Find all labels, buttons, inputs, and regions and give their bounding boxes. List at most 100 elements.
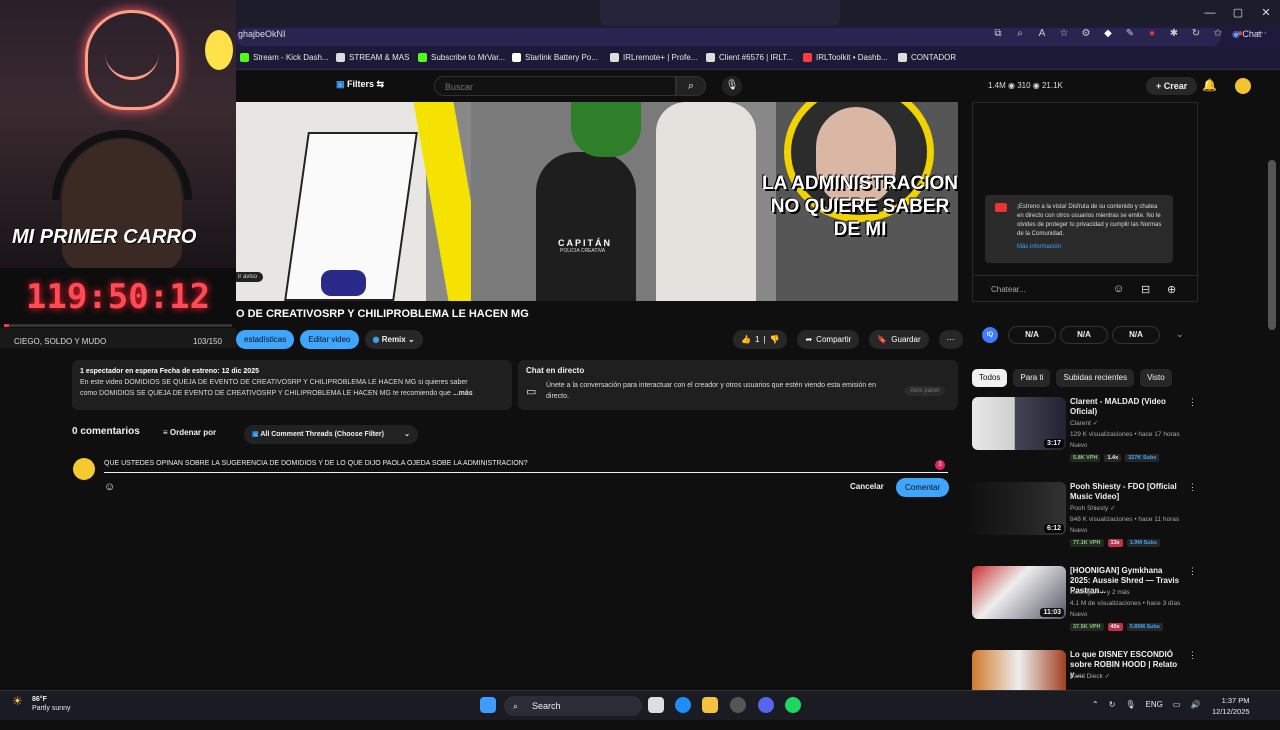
description-box[interactable]: 1 espectador en espera Fecha de estreno:… bbox=[72, 360, 512, 410]
comment-input[interactable]: QUE USTEDES OPINAN SOBRE LA SUGERENCIA D… bbox=[104, 460, 948, 473]
chevron-down-icon[interactable]: ⌄ bbox=[1176, 329, 1184, 340]
url-text[interactable]: ghajbeOkNI bbox=[238, 29, 286, 39]
browser-tab[interactable] bbox=[600, 0, 840, 26]
read-aloud-icon[interactable]: A bbox=[1034, 28, 1050, 39]
share-button[interactable]: ➦ Compartir bbox=[797, 330, 860, 349]
file-explorer-icon[interactable] bbox=[702, 697, 718, 713]
recommendation-channel[interactable]: Pooh Shiesty ✓ bbox=[1070, 504, 1116, 514]
sort-button[interactable]: ≡ Ordenar por bbox=[163, 428, 216, 437]
recommendation-title[interactable]: Pooh Shiesty - FDO [Official Music Video… bbox=[1070, 482, 1182, 502]
copilot-chat-button[interactable]: ◉ Chat bbox=[1232, 29, 1261, 40]
chip-watched[interactable]: Visto bbox=[1140, 369, 1172, 387]
mic-icon[interactable]: 🎙 bbox=[1125, 700, 1135, 709]
search-input[interactable] bbox=[435, 78, 675, 96]
bookmark-2[interactable]: Subscribe to MrVar... bbox=[418, 53, 505, 62]
more-options-icon[interactable]: ⋮ bbox=[1188, 566, 1197, 577]
bookmark-0[interactable]: Stream - Kick Dash... bbox=[240, 53, 329, 62]
account-avatar[interactable] bbox=[1235, 78, 1251, 94]
search-icon[interactable]: ⌕ bbox=[676, 76, 706, 96]
microphone-icon[interactable]: 🎙 bbox=[722, 76, 742, 96]
extensions-icon[interactable]: ⚙ bbox=[1078, 28, 1094, 39]
super-chat-icon[interactable]: ⊟ bbox=[1141, 283, 1150, 296]
extension-red-icon[interactable]: ● bbox=[1144, 28, 1160, 39]
new-badge: Nuevo bbox=[1070, 612, 1088, 618]
more-actions-icon[interactable]: ⋯ bbox=[938, 330, 963, 349]
minimize-button[interactable]: — bbox=[1196, 0, 1224, 26]
recommendation-thumbnail[interactable]: 3:17 bbox=[972, 397, 1066, 450]
zoom-icon[interactable]: ⌕ bbox=[1012, 28, 1028, 39]
cancel-button[interactable]: Cancelar bbox=[850, 482, 884, 491]
recommendation-item[interactable]: 6:12 Pooh Shiesty - FDO [Official Music V… bbox=[972, 482, 1198, 562]
taskbar-search[interactable]: ⌕ Search bbox=[504, 696, 642, 716]
bookmark-3[interactable]: Starlink Battery Po... bbox=[512, 53, 598, 62]
add-icon[interactable]: ⊕ bbox=[1167, 283, 1176, 296]
discord-icon[interactable] bbox=[758, 697, 774, 713]
recommendation-thumbnail[interactable]: 11:03 bbox=[972, 566, 1066, 619]
bookmark-4[interactable]: IRLremote+ | Profe... bbox=[610, 53, 697, 62]
spotify-icon[interactable] bbox=[785, 697, 801, 713]
like-button[interactable]: 👍 1 | 👎 bbox=[733, 330, 788, 349]
video-player[interactable]: CAPITÁN POLICIA CREATIVA LA ADMINISTRACI… bbox=[236, 102, 958, 301]
thumbnail-overlay-title: LA ADMINISTRACION NO QUIERE SABER DE MI bbox=[762, 173, 958, 240]
emoji-icon[interactable]: ☺ bbox=[1113, 283, 1124, 295]
more-options-icon[interactable]: ⋮ bbox=[1188, 482, 1197, 493]
network-icon[interactable]: ▭ bbox=[1173, 700, 1181, 709]
save-button[interactable]: 🔖 Guardar bbox=[869, 330, 929, 349]
favorites-icon[interactable]: ✩ bbox=[1210, 28, 1226, 39]
search-box[interactable] bbox=[434, 76, 676, 96]
edge-icon[interactable] bbox=[675, 697, 691, 713]
recommendation-item[interactable]: 11:03 [HOONIGAN] Gymkhana 2025: Aussie Sh… bbox=[972, 566, 1198, 646]
chip-for-you[interactable]: Para ti bbox=[1013, 369, 1051, 387]
task-view-icon[interactable] bbox=[648, 697, 664, 713]
notice-button[interactable]: ir aviso bbox=[232, 272, 264, 282]
sync-icon[interactable]: ↻ bbox=[1109, 700, 1116, 709]
language-indicator[interactable]: ENG bbox=[1146, 700, 1163, 709]
recommendation-channel[interactable]: Farid Dieck ✓ bbox=[1070, 672, 1110, 682]
emoji-icon[interactable]: ☺ bbox=[104, 481, 115, 493]
bookmark-5[interactable]: Client #6576 | IRLT... bbox=[706, 53, 793, 62]
bookmark-6[interactable]: IRLToolkit • Dashb... bbox=[803, 53, 888, 62]
clock[interactable]: 1:37 PM 12/12/2025 bbox=[1212, 695, 1250, 717]
bookmark-1[interactable]: STREAM & MAS bbox=[336, 53, 409, 62]
recommendation-channel[interactable]: Hoonigan ✓ y 2 más bbox=[1070, 588, 1130, 598]
filters-button[interactable]: ▣ Filters ⇆ bbox=[336, 79, 384, 90]
bookmark-label: Subscribe to MrVar... bbox=[431, 53, 506, 62]
chip-all[interactable]: Todos bbox=[972, 369, 1008, 387]
refresh-icon[interactable]: ↻ bbox=[1188, 28, 1204, 39]
more-options-icon[interactable]: ⋮ bbox=[1188, 650, 1197, 661]
scrollbar[interactable] bbox=[1268, 160, 1276, 330]
comment-filter-dropdown[interactable]: ▣ All Comment Threads (Choose Filter) ⌄ bbox=[244, 425, 418, 444]
recommendation-thumbnail[interactable]: 6:12 bbox=[972, 482, 1066, 535]
more-info-link[interactable]: Más información bbox=[1017, 243, 1165, 252]
chat-input[interactable]: Chatear... ☺ ⊟ ⊕ bbox=[973, 275, 1199, 303]
bookmark-7[interactable]: CONTADOR bbox=[898, 53, 956, 62]
volume-icon[interactable]: 🔊 bbox=[1190, 700, 1200, 709]
chevron-up-icon[interactable]: ⌃ bbox=[1092, 700, 1099, 709]
open-panel-button[interactable]: Abrir panel bbox=[904, 386, 946, 396]
grammar-badge[interactable]: 3 bbox=[935, 460, 945, 470]
open-in-app-icon[interactable]: ⧉ bbox=[990, 28, 1006, 39]
weather-widget[interactable]: ☀ 86°F Partly sunny bbox=[12, 695, 71, 713]
stats-button[interactable]: estadísticas bbox=[236, 330, 295, 349]
maximize-button[interactable]: ▢ bbox=[1224, 0, 1252, 26]
chip-recent[interactable]: Subidas recientes bbox=[1056, 369, 1135, 387]
iq-badge[interactable]: IQ bbox=[982, 327, 998, 343]
show-more-link[interactable]: ...más bbox=[453, 390, 473, 397]
remix-button[interactable]: ◉ Remix ⌄ bbox=[364, 330, 423, 349]
recommendation-item[interactable]: 3:17 Clarent - MALDAD (Video Oficial) Clar… bbox=[972, 397, 1198, 477]
thumbs-down-icon[interactable]: 👎 bbox=[770, 330, 780, 349]
notifications-bell-icon[interactable]: 🔔 bbox=[1202, 78, 1217, 92]
extension-puzzle-icon[interactable]: ✱ bbox=[1166, 28, 1182, 39]
extension-icon[interactable]: ◆ bbox=[1100, 28, 1116, 39]
favorite-star-icon[interactable]: ☆ bbox=[1056, 28, 1072, 39]
close-button[interactable]: ✕ bbox=[1252, 0, 1280, 26]
recommendation-channel[interactable]: Clarent ✓ bbox=[1070, 419, 1098, 429]
create-button[interactable]: + Crear bbox=[1146, 77, 1198, 95]
recommendation-title[interactable]: Clarent - MALDAD (Video Oficial) bbox=[1070, 397, 1182, 417]
more-options-icon[interactable]: ⋮ bbox=[1188, 397, 1197, 408]
start-icon[interactable] bbox=[480, 697, 496, 713]
comment-submit-button[interactable]: Comentar bbox=[896, 478, 950, 497]
obs-icon[interactable] bbox=[730, 697, 746, 713]
edit-video-button[interactable]: Editar video bbox=[300, 330, 359, 349]
extension-pen-icon[interactable]: ✎ bbox=[1122, 28, 1138, 39]
